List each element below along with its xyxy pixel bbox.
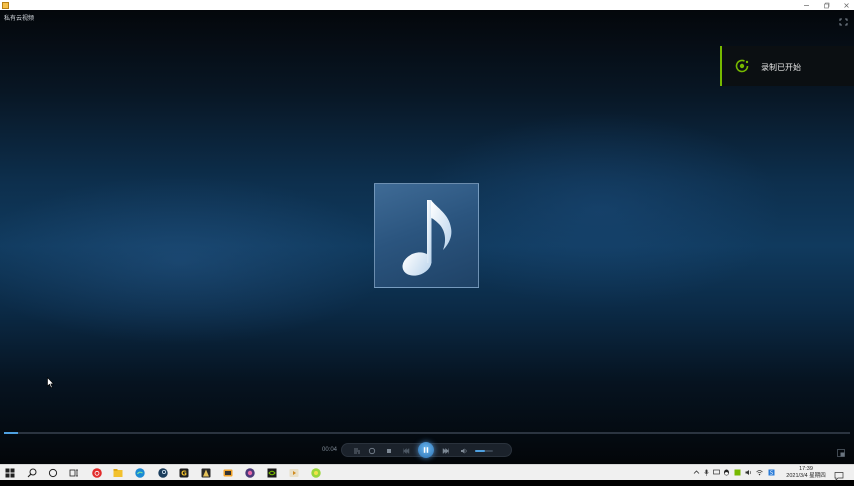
current-time: 00:04 <box>322 447 338 453</box>
network-icon[interactable] <box>755 468 763 477</box>
close-button[interactable] <box>842 1 850 9</box>
notification-text: 录制已开始 <box>761 63 801 72</box>
album-art <box>374 183 479 288</box>
previous-icon[interactable] <box>401 446 410 455</box>
record-icon <box>734 58 750 74</box>
recording-notification: 录制已开始 <box>720 46 854 86</box>
mini-mode-icon[interactable] <box>837 444 845 457</box>
clock-time: 17:39 <box>799 466 813 472</box>
cortana-icon[interactable] <box>47 467 59 479</box>
edge-icon[interactable] <box>134 467 146 479</box>
media-icon[interactable] <box>222 467 234 479</box>
player-icon[interactable] <box>288 467 300 479</box>
player-title: 私有云视频 <box>4 16 35 22</box>
clock-date: 2021/3/4 星期四 <box>786 473 826 479</box>
ime-icon[interactable]: S <box>767 468 775 477</box>
next-icon[interactable] <box>441 446 450 455</box>
svg-text:G: G <box>181 470 187 478</box>
windows-taskbar: G S 17:39 2021/3/4 星期四 <box>0 464 854 481</box>
nvidia-tray-icon[interactable] <box>733 468 741 477</box>
playlist-icon[interactable] <box>352 446 361 455</box>
window-titlebar <box>0 0 854 10</box>
seek-bar[interactable] <box>4 432 850 434</box>
steam-icon[interactable] <box>157 467 169 479</box>
pause-button[interactable] <box>418 442 434 458</box>
pause-icon <box>423 447 429 453</box>
notification-accent-bar <box>720 46 722 86</box>
screen-icon[interactable] <box>712 468 720 477</box>
game-icon[interactable]: G <box>178 467 190 479</box>
task-view-icon[interactable] <box>68 467 80 479</box>
app-icon[interactable] <box>310 467 322 479</box>
nvidia-icon[interactable] <box>266 467 278 479</box>
taskbar-clock[interactable]: 17:39 2021/3/4 星期四 <box>783 466 829 480</box>
search-icon[interactable] <box>26 467 38 479</box>
fullscreen-icon[interactable] <box>839 13 848 26</box>
action-center-icon[interactable] <box>834 468 844 481</box>
chevron-up-icon[interactable] <box>692 468 700 477</box>
windows-start-icon[interactable] <box>4 467 16 479</box>
loop-icon[interactable] <box>367 446 376 455</box>
restore-button[interactable] <box>822 1 830 9</box>
launcher-icon[interactable] <box>200 467 212 479</box>
seek-bar-fill <box>4 432 18 434</box>
volume-slider-fill <box>475 450 485 452</box>
qq-icon[interactable] <box>722 468 730 477</box>
minimize-button[interactable] <box>802 1 810 9</box>
mouse-cursor-icon <box>47 376 55 389</box>
svg-text:S: S <box>769 471 772 477</box>
file-explorer-icon[interactable] <box>112 467 124 479</box>
game2-icon[interactable] <box>244 467 256 479</box>
stop-icon[interactable] <box>384 446 393 455</box>
music-note-icon <box>402 200 452 276</box>
volume-icon[interactable] <box>459 446 468 455</box>
netease-music-icon[interactable] <box>91 467 103 479</box>
microphone-icon[interactable] <box>702 468 710 477</box>
volume-slider[interactable] <box>475 450 493 452</box>
app-icon <box>2 1 9 9</box>
video-player[interactable]: 私有云视频 录制已开始 00:04 <box>0 10 854 464</box>
volume-tray-icon[interactable] <box>744 468 752 477</box>
